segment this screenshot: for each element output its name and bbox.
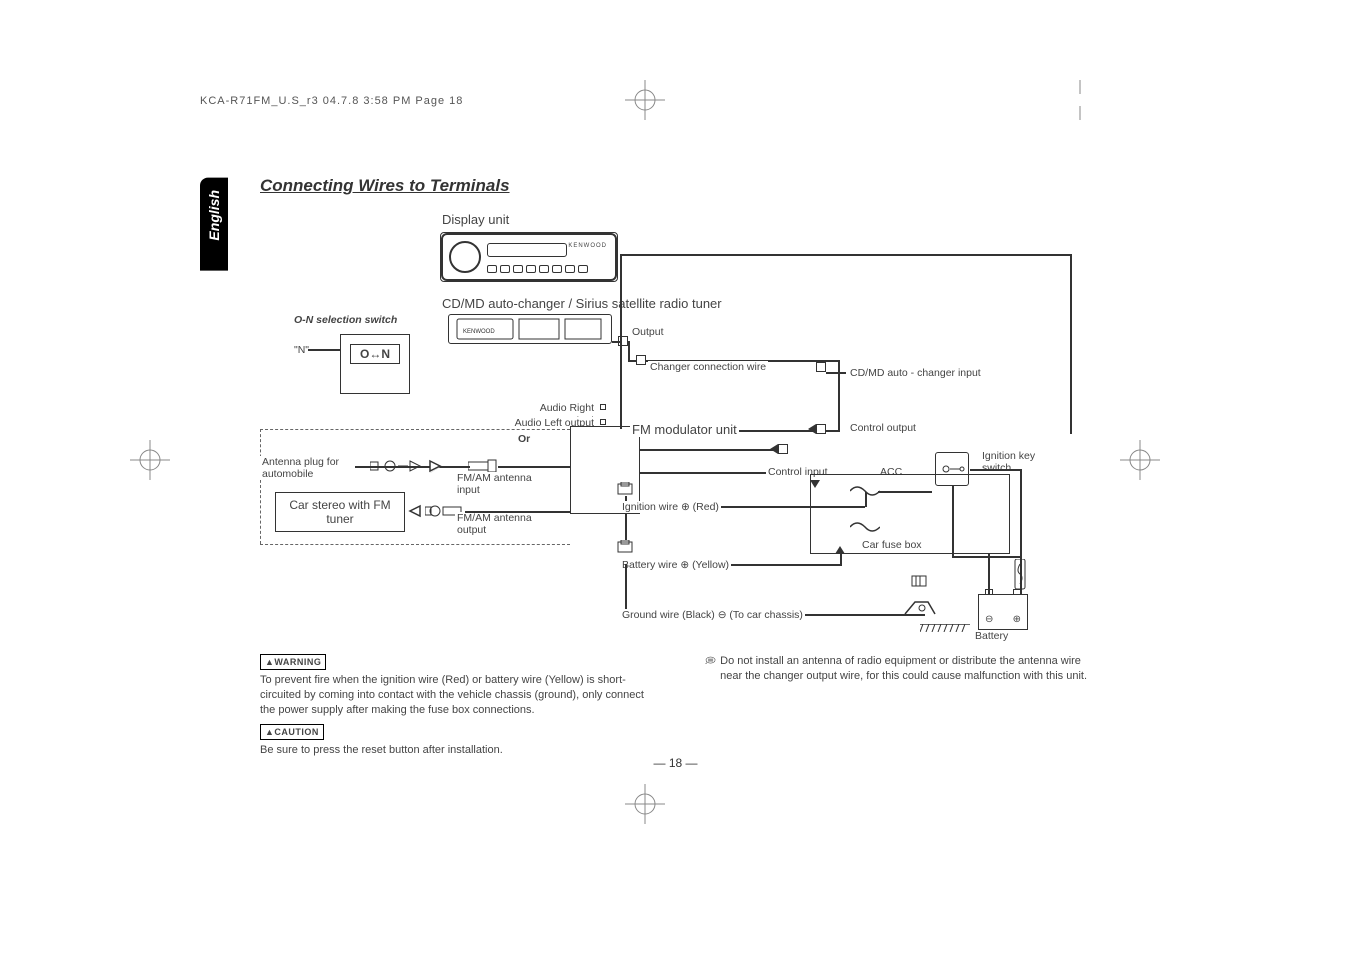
page-header: KCA-R71FM_U.S_r3 04.7.8 3:58 PM Page 18: [200, 95, 463, 107]
label-or: Or: [516, 433, 532, 445]
language-tab: English: [200, 178, 228, 271]
wiring-diagram: Display unit KENWOOD CD/MD auto-changer …: [260, 204, 1090, 644]
label-fm-modulator: FM modulator unit: [630, 422, 739, 437]
label-fmam-in: FM/AM antenna input: [455, 472, 535, 496]
page-number: — 18 —: [653, 756, 697, 770]
svg-text:KENWOOD: KENWOOD: [463, 329, 495, 335]
label-fmam-out: FM/AM antenna output: [455, 512, 535, 536]
label-antenna-plug: Antenna plug for automobile: [260, 456, 355, 480]
label-on-switch: O-N selection switch: [292, 314, 399, 326]
changer-device: KENWOOD: [448, 314, 612, 344]
label-battery: Battery: [973, 630, 1010, 642]
crop-mark-left: [130, 440, 170, 480]
fuse-icon: [1012, 559, 1028, 594]
note-icon: [705, 654, 716, 670]
on-switch-text: O↔N: [350, 344, 400, 364]
label-display-unit: Display unit: [440, 212, 511, 227]
brand-text: KENWOOD: [568, 243, 607, 249]
label-ground-wire: Ground wire (Black) ⊖ (To car chassis): [620, 609, 805, 621]
label-ignition-wire: Ignition wire ⊕ (Red): [620, 501, 721, 513]
warning-text: To prevent fire when the ignition wire (…: [260, 673, 645, 718]
antenna-plug-icon: [370, 458, 430, 474]
crop-mark-right: [1120, 440, 1160, 480]
warning-badge: ▲WARNING: [260, 654, 326, 670]
connector-icon: [616, 482, 636, 496]
caution-text: Be sure to press the reset button after …: [260, 743, 645, 758]
on-switch-device: [340, 334, 410, 394]
car-stereo-box: Car stereo with FM tuner: [275, 492, 405, 532]
label-output: Output: [630, 326, 666, 338]
ground-clamp-icon: [900, 594, 940, 620]
label-control-out: Control output: [848, 422, 918, 434]
crop-mark-bottom: [625, 784, 665, 824]
crop-mark-top: [625, 80, 665, 120]
crop-mark-top-right: [1060, 80, 1100, 120]
battery-icon: ⊖ ⊕: [978, 594, 1028, 630]
label-fuse: Car fuse box: [860, 539, 924, 551]
connector-icon-2: [616, 540, 636, 554]
caution-badge: ▲CAUTION: [260, 724, 324, 740]
section-title: Connecting Wires to Terminals: [260, 176, 1090, 196]
display-unit-device: KENWOOD: [440, 232, 618, 282]
antenna-note-text: Do not install an antenna of radio equip…: [720, 654, 1090, 684]
label-changer-wire: Changer connection wire: [648, 361, 768, 373]
ground-hatch-icon: [920, 624, 970, 632]
notes-section: ▲WARNING To prevent fire when the igniti…: [260, 654, 1090, 758]
label-battery-wire: Battery wire ⊕ (Yellow): [620, 559, 731, 571]
label-changer-input: CD/MD auto - changer input: [848, 367, 983, 379]
label-changer-title: CD/MD auto-changer / Sirius satellite ra…: [440, 296, 724, 311]
terminal-block-icon: [910, 574, 930, 590]
